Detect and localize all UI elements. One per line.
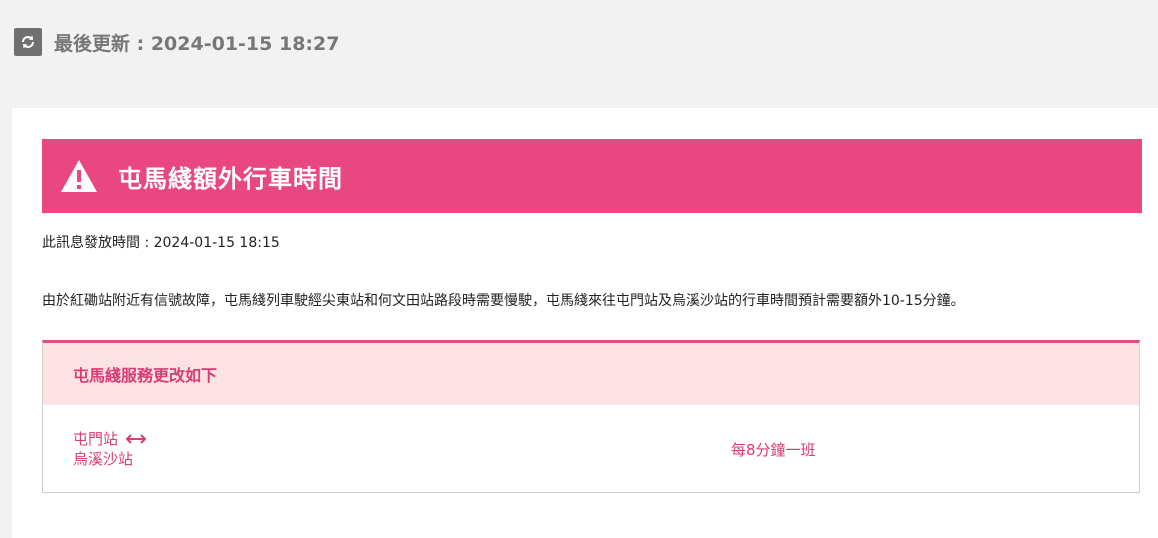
alert-panel: 屯馬綫額外行車時間 此訊息發放時間 : 2024-01-15 18:15 由於紅… — [12, 108, 1158, 538]
double-arrow-icon — [125, 434, 147, 444]
service-change-box: 屯馬綫服務更改如下 屯門站 烏溪沙站 每8分鐘一班 — [42, 340, 1140, 493]
alert-title: 屯馬綫額外行車時間 — [118, 164, 343, 193]
last-updated-text: 最後更新 : 2024-01-15 18:27 — [54, 32, 340, 55]
route-from: 屯門站 — [73, 430, 119, 448]
previous-item-clipped — [86, 0, 92, 6]
refresh-icon[interactable] — [14, 28, 42, 56]
route: 屯門站 烏溪沙站 — [73, 429, 148, 469]
service-row: 屯門站 烏溪沙站 每8分鐘一班 — [43, 405, 1139, 493]
service-frequency: 每8分鐘一班 — [731, 441, 816, 459]
service-change-heading: 屯馬綫服務更改如下 — [43, 343, 1139, 405]
alert-message: 由於紅磡站附近有信號故障，屯馬綫列車駛經尖東站和何文田站路段時需要慢駛，屯馬綫來… — [42, 293, 965, 309]
last-updated-bar: 最後更新 : 2024-01-15 18:27 — [14, 28, 339, 56]
warning-icon — [61, 160, 97, 192]
alert-banner: 屯馬綫額外行車時間 — [42, 139, 1142, 213]
issue-time: 此訊息發放時間 : 2024-01-15 18:15 — [42, 235, 280, 251]
route-to: 烏溪沙站 — [73, 450, 134, 468]
